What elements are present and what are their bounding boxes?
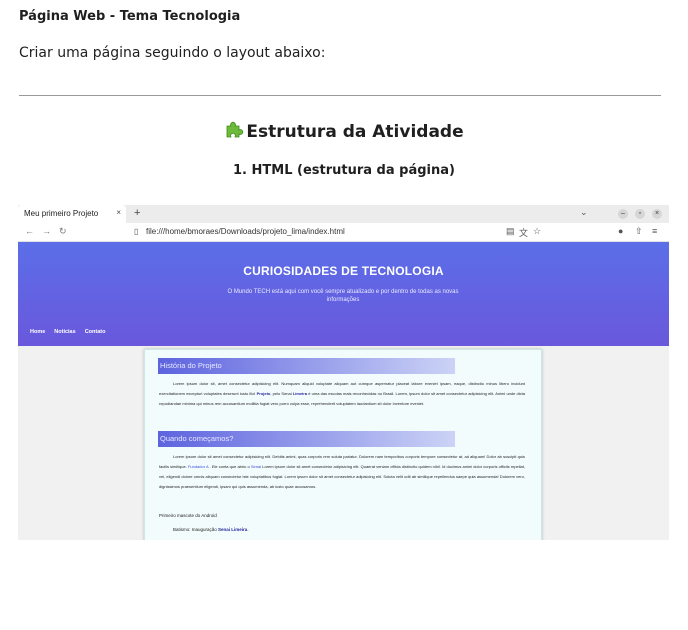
puzzle-piece-icon [224, 119, 244, 144]
bold-projeto: Projeto [256, 391, 271, 396]
nav-link-home[interactable]: Home [30, 329, 45, 335]
nav-link-contato[interactable]: Contato [85, 329, 106, 335]
shield-icon[interactable]: ● [618, 226, 623, 236]
heading-historia: História do Projeto [158, 358, 455, 374]
browser-toolbar: ← → ↻ ▯ file:///home/bmoraes/Downloads/p… [18, 223, 669, 242]
forward-icon[interactable]: → [42, 226, 51, 236]
link-senai[interactable]: Senai [251, 464, 261, 469]
new-tab-icon[interactable]: + [134, 207, 140, 219]
section-heading-text: Estrutura da Atividade [246, 122, 464, 142]
tab-close-icon[interactable]: × [116, 208, 121, 217]
nav-link-noticias[interactable]: Notícias [54, 329, 75, 335]
tab-title: Meu primeiro Projeto [24, 209, 99, 218]
extensions-icon[interactable]: ⇧ [635, 226, 643, 237]
browser-tab[interactable]: Meu primeiro Projeto × [18, 205, 126, 223]
chevron-down-icon[interactable]: ⌄ [580, 207, 588, 218]
link-fundador[interactable]: Fundador A [188, 464, 208, 469]
translate-icon[interactable]: 文 [519, 226, 528, 239]
reader-view-icon[interactable]: ▤ [506, 226, 515, 237]
site-subtitle: O Mundo TECH está aqui com você sempre a… [227, 289, 459, 303]
bookmark-star-icon[interactable]: ☆ [533, 226, 541, 237]
line-batismo: Batismo: Inauguração Senai Limeira. [173, 527, 249, 532]
minimize-icon[interactable]: – [618, 209, 628, 219]
reload-icon[interactable]: ↻ [59, 226, 67, 237]
back-icon[interactable]: ← [25, 226, 34, 236]
paragraph-historia: Lorem ipsum dolor sit, amet consectetur … [159, 381, 525, 406]
page-icon: ▯ [134, 227, 139, 236]
url-bar[interactable]: file:///home/bmoraes/Downloads/projeto_l… [146, 227, 345, 236]
horizontal-divider [19, 95, 661, 96]
document-title: Página Web - Tema Tecnologia [19, 9, 241, 24]
section-heading: Estrutura da Atividade [0, 119, 688, 144]
menu-icon[interactable]: ≡ [652, 226, 657, 236]
sub-heading: 1. HTML (estrutura da página) [233, 163, 455, 178]
bold-limeira: Limeira [292, 391, 308, 396]
paragraph-quando: Lorem ipsum dolor sit amet consectetur a… [159, 454, 525, 489]
browser-screenshot: Meu primeiro Projeto × + ⌄ – ▫ × ← → ↻ ▯… [18, 205, 669, 540]
close-window-icon[interactable]: × [652, 209, 662, 219]
browser-tab-bar: Meu primeiro Projeto × + ⌄ – ▫ × [18, 205, 669, 223]
document-intro: Criar uma página seguindo o layout abaix… [19, 45, 326, 61]
line-mascote: Primeiro mascote do Android [159, 513, 217, 518]
site-nav: Home Notícias Contato [30, 329, 114, 335]
heading-quando: Quando começamos? [158, 431, 455, 447]
site-title: CURIOSIDADES DE TECNOLOGIA [243, 264, 444, 278]
maximize-icon[interactable]: ▫ [635, 209, 645, 219]
